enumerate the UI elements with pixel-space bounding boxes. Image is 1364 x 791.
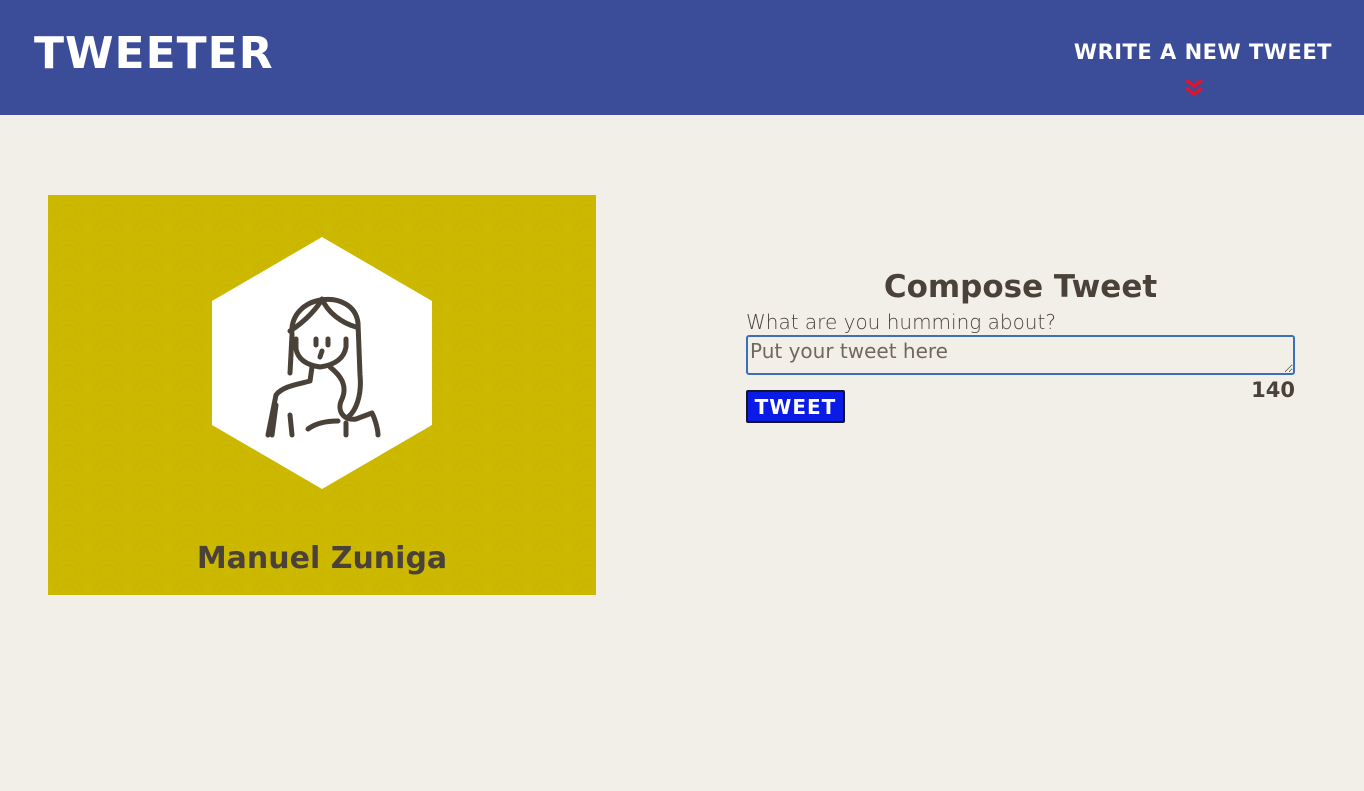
compose-title: Compose Tweet: [883, 269, 1158, 305]
compose-actions: TWEET 140: [746, 378, 1295, 430]
compose-tweet-section: Compose Tweet What are you humming about…: [746, 266, 1295, 430]
top-navbar: TWEETER WRITE A NEW TWEET: [0, 0, 1364, 115]
profile-name: Manuel Zuniga: [196, 541, 448, 576]
person-avatar-icon: [212, 237, 432, 489]
tweet-textarea[interactable]: [746, 335, 1295, 375]
profile-card: Manuel Zuniga: [48, 195, 596, 595]
write-new-tweet-label[interactable]: WRITE A NEW TWEET: [1072, 38, 1332, 66]
tweet-input-label: What are you humming about?: [746, 310, 1056, 334]
brand-logo[interactable]: TWEETER: [34, 26, 274, 82]
character-counter: 140: [1251, 378, 1295, 402]
double-chevron-down-icon[interactable]: [1180, 76, 1208, 100]
write-new-tweet-link[interactable]: WRITE A NEW TWEET: [1072, 38, 1332, 97]
tweet-button[interactable]: TWEET: [746, 390, 845, 423]
